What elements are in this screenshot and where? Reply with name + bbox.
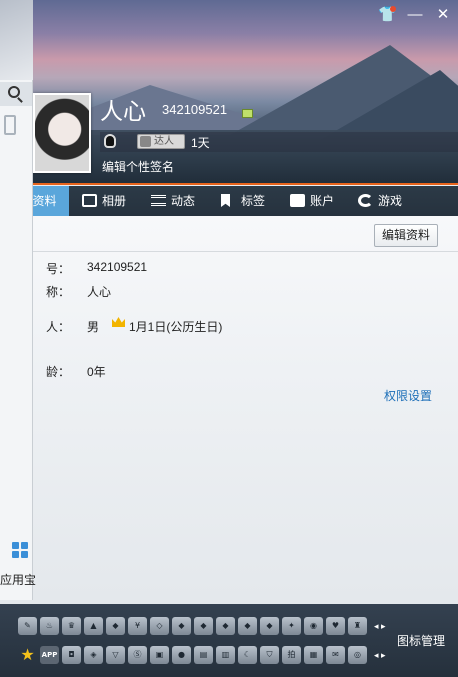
phone-icon[interactable] bbox=[4, 115, 16, 135]
diamond-icon[interactable]: ◆ bbox=[194, 617, 213, 635]
pai-icon[interactable]: 拍 bbox=[282, 646, 301, 664]
feed-icon bbox=[151, 195, 166, 206]
qq-icon[interactable]: ◎ bbox=[348, 646, 367, 664]
qq-number-value: 342109521 bbox=[87, 260, 148, 274]
trophy-icon[interactable]: ♜ bbox=[348, 617, 367, 635]
field-label: 号： bbox=[45, 262, 70, 276]
tab-label: 标签 bbox=[241, 194, 266, 208]
signature-field[interactable]: 编辑个性签名 bbox=[102, 158, 174, 175]
cup-icon[interactable]: ▽ bbox=[106, 646, 125, 664]
shield-icon[interactable]: ◈ bbox=[84, 646, 103, 664]
tab-label: 相册 bbox=[102, 194, 127, 208]
icon-row-pager[interactable]: ◂ ▸ bbox=[374, 621, 386, 632]
main-panel-header bbox=[0, 0, 33, 80]
field-label: 人： bbox=[45, 320, 70, 334]
divider bbox=[0, 251, 458, 252]
album-icon[interactable]: ▥ bbox=[216, 646, 235, 664]
daren-badge[interactable]: 达人 bbox=[137, 134, 185, 149]
nickname: 人心 bbox=[100, 99, 146, 125]
printer-icon[interactable]: ▤ bbox=[194, 646, 213, 664]
tab-account[interactable]: 账户 bbox=[290, 186, 334, 216]
diamond-icon[interactable]: ◆ bbox=[260, 617, 279, 635]
icon-row: ✎ ♨ ♛ ▲ ◆ ¥ ◇ ◆ ◆ ◆ ◆ ◆ ✦ ◉ ♥ ♜ bbox=[18, 617, 367, 635]
star-badge-icon[interactable]: ✦ bbox=[282, 617, 301, 635]
bell-icon[interactable]: ☾ bbox=[238, 646, 257, 664]
shield-check-icon[interactable]: ⛉ bbox=[260, 646, 279, 664]
birthday-value: 1月1日(公历生日) bbox=[129, 320, 223, 334]
icon-manage-button[interactable]: 图标管理 bbox=[397, 632, 445, 649]
app-icon[interactable]: APP bbox=[40, 646, 59, 664]
tab-label: 账户 bbox=[310, 194, 335, 208]
diamond-red-icon[interactable]: ◆ bbox=[106, 617, 125, 635]
tab-label: 资料 bbox=[32, 194, 57, 208]
close-button[interactable]: ✕ bbox=[434, 6, 452, 24]
tab-feed[interactable]: 动态 bbox=[151, 186, 195, 216]
icon-row: ★ APP ◘ ◈ ▽ Ⓢ ▣ ● ▤ ▥ ☾ ⛉ 拍 ▦ ✉ ◎ bbox=[18, 646, 367, 664]
docs-icon[interactable]: ▦ bbox=[304, 646, 323, 664]
field-label: 称： bbox=[45, 285, 70, 299]
game-icon bbox=[358, 194, 373, 207]
heart-badge-icon[interactable]: ♥ bbox=[326, 617, 345, 635]
tab-label: 游戏 bbox=[378, 194, 403, 208]
swirl-icon[interactable]: Ⓢ bbox=[128, 646, 147, 664]
diamond-icon[interactable]: ◆ bbox=[238, 617, 257, 635]
field-label: 龄： bbox=[45, 365, 70, 379]
tab-album[interactable]: 相册 bbox=[82, 186, 126, 216]
header-accent-line bbox=[0, 183, 458, 185]
diamond-white-icon[interactable]: ◇ bbox=[150, 617, 169, 635]
icon-row-pager[interactable]: ◂ ▸ bbox=[374, 650, 386, 661]
nickname-value: 人心 bbox=[87, 285, 112, 299]
tab-tags[interactable]: 标签 bbox=[221, 186, 265, 216]
mail-icon[interactable]: ✉ bbox=[326, 646, 345, 664]
tab-bar: 资料 相册 动态 标签 账户 游戏 bbox=[0, 186, 458, 216]
tab-games[interactable]: 游戏 bbox=[358, 186, 402, 216]
apps-label[interactable]: 应用宝 bbox=[0, 571, 36, 588]
shirt-icon[interactable]: 👕 bbox=[378, 6, 397, 24]
diamond-icon[interactable]: ◆ bbox=[216, 617, 235, 635]
icon-bar bbox=[0, 604, 458, 677]
wallet-icon bbox=[290, 194, 305, 207]
eye-icon[interactable]: ● bbox=[172, 646, 191, 664]
crown-badge-icon[interactable]: ♛ bbox=[62, 617, 81, 635]
tab-label: 动态 bbox=[171, 194, 196, 208]
pyramid-icon[interactable]: ▲ bbox=[84, 617, 103, 635]
tag-icon bbox=[221, 194, 230, 207]
gender-value: 男 bbox=[87, 320, 100, 334]
box-icon[interactable]: ▣ bbox=[150, 646, 169, 664]
permission-settings-link[interactable]: 权限设置 bbox=[384, 387, 432, 404]
flame-icon[interactable]: ♨ bbox=[40, 617, 59, 635]
qq-number: 342109521 bbox=[162, 102, 228, 117]
penguin-icon[interactable] bbox=[104, 134, 116, 148]
album-icon bbox=[82, 194, 97, 207]
diamond-icon[interactable]: ◆ bbox=[172, 617, 191, 635]
edit-profile-button[interactable]: 编辑资料 bbox=[374, 224, 438, 247]
qq-number-icon[interactable] bbox=[242, 109, 253, 118]
search-icon[interactable] bbox=[8, 86, 20, 98]
apps-icon[interactable] bbox=[12, 542, 28, 558]
minimize-button[interactable]: — bbox=[406, 6, 424, 24]
mask-icon[interactable]: ◉ bbox=[304, 617, 323, 635]
camera-icon[interactable]: ◘ bbox=[62, 646, 81, 664]
cash-icon[interactable]: ¥ bbox=[128, 617, 147, 635]
qq-age-value: 0年 bbox=[87, 365, 106, 379]
star-icon[interactable]: ★ bbox=[18, 646, 37, 664]
notification-dot bbox=[390, 6, 396, 12]
quill-icon[interactable]: ✎ bbox=[18, 617, 37, 635]
avatar[interactable] bbox=[33, 93, 91, 173]
active-days: 1天 bbox=[191, 136, 210, 150]
